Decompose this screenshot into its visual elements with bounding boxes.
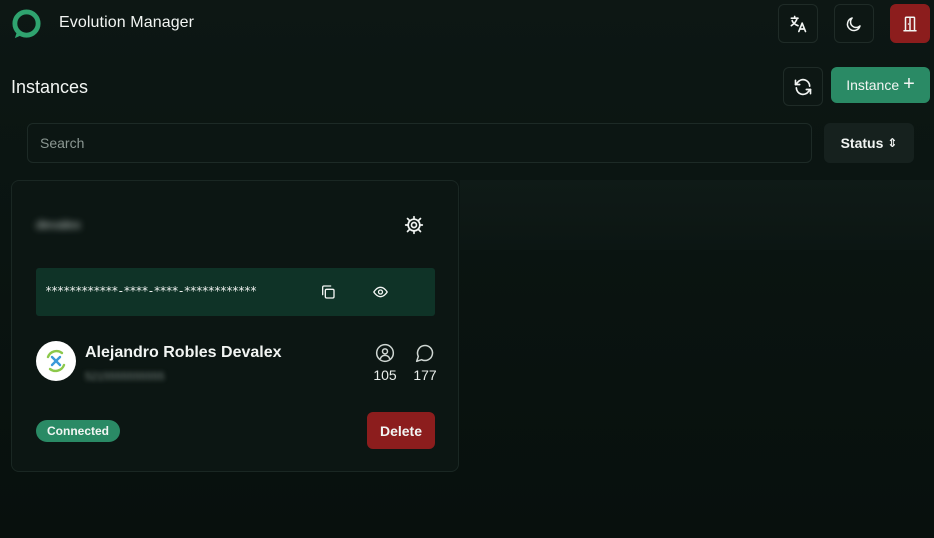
- gear-icon: [404, 215, 424, 235]
- chat-bubble-logo-icon: [12, 9, 41, 39]
- chats-stat: 177: [410, 343, 440, 385]
- door-icon: [903, 16, 917, 31]
- theme-toggle-button[interactable]: [834, 4, 874, 43]
- app-header: Evolution Manager: [0, 0, 934, 48]
- delete-button[interactable]: Delete: [367, 412, 435, 449]
- api-token-box: ************-****-****-************: [36, 268, 435, 316]
- status-filter-label: Status: [840, 135, 884, 151]
- refresh-button[interactable]: [783, 67, 823, 106]
- moon-icon: [846, 16, 861, 31]
- status-badge: Connected: [36, 420, 121, 442]
- plus-icon: +: [903, 73, 915, 95]
- refresh-icon: [794, 78, 812, 95]
- instance-name: devalex: [36, 217, 81, 232]
- profile-number: 5215555555555: [85, 371, 165, 383]
- api-token: ************-****-****-************: [45, 284, 257, 298]
- search-input[interactable]: [27, 123, 812, 163]
- chat-bubble-icon: [415, 344, 434, 363]
- status-filter-button[interactable]: Status ⇕: [824, 123, 914, 163]
- instance-card: devalex ************-****-****-*********…: [11, 180, 459, 472]
- page-title: Instances: [11, 77, 89, 97]
- app-title: Evolution Manager: [59, 14, 195, 31]
- translate-icon: [790, 15, 807, 32]
- copy-icon[interactable]: [320, 284, 336, 300]
- new-instance-button[interactable]: Instance +: [831, 67, 930, 103]
- eye-icon[interactable]: [372, 284, 389, 300]
- chevron-up-down-icon: ⇕: [887, 136, 898, 150]
- contacts-count: 105: [373, 367, 397, 383]
- user-circle-icon: [375, 343, 395, 363]
- avatar: [36, 341, 76, 381]
- chats-count: 177: [413, 367, 437, 383]
- language-button[interactable]: [778, 4, 818, 43]
- profile-name: Alejandro Robles Devalex: [85, 344, 282, 361]
- logout-button[interactable]: [890, 4, 930, 43]
- new-instance-label: Instance: [846, 77, 900, 93]
- profile-logo-icon: [46, 349, 66, 373]
- instance-settings-button[interactable]: [402, 213, 426, 237]
- contacts-stat: 105: [370, 343, 400, 385]
